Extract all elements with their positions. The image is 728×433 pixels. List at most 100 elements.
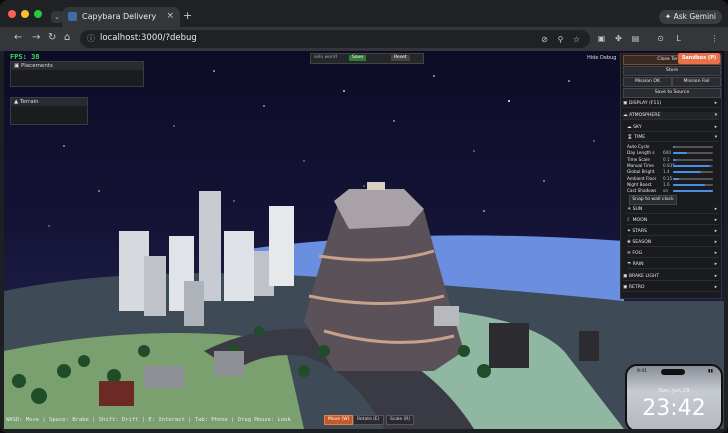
ask-gemini-label: Ask Gemini (673, 12, 716, 21)
scale-mode-button[interactable]: Scale (R) (386, 415, 415, 425)
chevron-right-icon: ▸ (714, 285, 717, 290)
puzzle-icon[interactable]: ✤ (614, 34, 623, 43)
new-tab-button[interactable]: + (183, 9, 192, 22)
slider-value: 1.6 (663, 181, 670, 187)
atmosphere-label: ATMOSPHERE (629, 113, 661, 118)
slider-value: 0.1 (663, 156, 670, 162)
time-slider-row: Night Boost 1.6 (627, 182, 717, 188)
slider-track[interactable] (673, 183, 713, 186)
sync-icon[interactable]: ⊙ (656, 34, 665, 43)
scene-svg (4, 70, 724, 429)
slider-track[interactable] (673, 158, 713, 161)
tab-title: Capybara Delivery (82, 12, 157, 21)
site-info-icon[interactable]: ⓘ (87, 33, 95, 44)
display-label: DISPLAY (F11) (628, 101, 662, 106)
back-arrow-icon[interactable]: ← (14, 32, 22, 43)
tab-group-icon[interactable]: ▤ (631, 34, 640, 43)
slider-fill (673, 171, 701, 174)
slider-label: Cast Shadows (627, 188, 657, 194)
season-section[interactable]: ❀ SEASON ▸ (627, 239, 719, 247)
chevron-right-icon: ▸ (714, 218, 717, 223)
fog-label: FOG (632, 251, 643, 256)
home-icon[interactable]: ⌂ (64, 32, 70, 43)
game-canvas[interactable]: FPS: 38 ▣ Placements ▲ Terrain solo worl… (4, 51, 724, 429)
browser-toolbar: ← → ↻ ⌂ ⓘ localhost:3000/?debug ⊘ ⚲ ☆ ▣ … (0, 27, 728, 51)
snap-clock-label: Snap to wall clock (632, 197, 674, 202)
close-window-button[interactable] (8, 10, 16, 18)
retro-section[interactable]: ▣ RETRO ▸ (623, 284, 719, 292)
brake-light-section[interactable]: ▣ BRAKE LIGHT ▸ (623, 273, 719, 281)
tab-capybara-delivery[interactable]: Capybara Delivery × (62, 7, 180, 27)
save-world-button[interactable]: Save (349, 55, 367, 61)
chevron-down-icon: ▾ (714, 135, 717, 140)
sky-section[interactable]: ☁ SKY ▸ (627, 124, 719, 132)
world-label: solo world (314, 55, 337, 60)
slider-fill (673, 152, 687, 155)
stars (18, 70, 595, 242)
snap-clock-button[interactable]: Snap to wall clock (629, 195, 677, 205)
slider-label: Global Bright (627, 169, 655, 175)
address-bar[interactable]: ⓘ localhost:3000/?debug ⊘ ⚲ ☆ (80, 30, 590, 48)
extension-icon[interactable]: ▣ (597, 34, 606, 43)
mission-ok-button[interactable]: Mission OK (623, 77, 672, 87)
chevron-right-icon: ▸ (714, 229, 717, 234)
ask-gemini-button[interactable]: ✦ Ask Gemini (658, 10, 722, 24)
sun-label: SUN (632, 207, 643, 212)
debug-toolbar: solo world Save Reset (310, 53, 424, 64)
time-slider-row: Global Bright 1.4 (627, 169, 717, 175)
fps-counter: FPS: 38 (10, 53, 40, 61)
profile-avatar[interactable]: L (674, 34, 683, 43)
rain-section[interactable]: ☂ RAIN ▸ (627, 261, 719, 269)
rotate-mode-button[interactable]: Rotate (E) (353, 415, 384, 425)
phone-status-time: 9:41 (637, 369, 648, 374)
move-mode-button[interactable]: Move (W) (324, 415, 354, 425)
time-slider-row: Time Scale 0.1 (627, 157, 717, 163)
hide-debug-button[interactable]: Hide Debug (587, 55, 616, 61)
phone-date: Sun, Jun 28 (658, 388, 690, 394)
mission-ok-label: Mission OK (634, 79, 661, 84)
mission-fail-button[interactable]: Mission Fail (672, 77, 721, 87)
slider-track[interactable] (673, 146, 713, 148)
reload-icon[interactable]: ↻ (48, 32, 56, 43)
chevron-right-icon: ▸ (714, 240, 717, 245)
chevron-right-icon: ▸ (714, 101, 717, 106)
close-tab-icon[interactable]: × (166, 11, 174, 21)
slider-track[interactable] (673, 177, 713, 180)
rain-label: RAIN (632, 262, 644, 267)
phone-lockscreen[interactable]: 9:41 ▮▮ Sun, Jun 28 23:42 (625, 364, 723, 429)
time-slider-row: Cast Shadows on (627, 188, 717, 194)
store-button[interactable]: Store (623, 66, 721, 76)
moon-section[interactable]: ☾ MOON ▸ (627, 217, 719, 225)
time-slider-row: Day Length s 600 (627, 150, 717, 156)
minimize-window-button[interactable] (21, 10, 29, 18)
save-to-source-button[interactable]: Save to Source (623, 88, 721, 98)
slider-track[interactable] (673, 164, 713, 167)
kebab-menu-icon[interactable]: ⋮ (710, 34, 719, 43)
bookmark-star-icon[interactable]: ☆ (572, 35, 581, 44)
sun-section[interactable]: ☀ SUN ▸ (627, 206, 719, 214)
zoom-window-button[interactable] (34, 10, 42, 18)
fog-section[interactable]: ≋ FOG ▸ (627, 250, 719, 258)
slider-label: Ambient Floor (627, 175, 657, 181)
slider-track[interactable] (673, 190, 713, 193)
camera-blocked-icon[interactable]: ⊘ (540, 35, 549, 44)
display-section[interactable]: ▣ DISPLAY (F11) ▸ (623, 100, 719, 108)
reset-world-button[interactable]: Reset (391, 55, 410, 61)
slider-track[interactable] (673, 171, 713, 174)
slider-track[interactable] (673, 152, 713, 155)
terrain-panel: ▲ Terrain (10, 97, 88, 125)
forward-arrow-icon[interactable]: → (32, 32, 40, 43)
mountain-top (334, 189, 424, 229)
sandbox-button[interactable]: Sandbox (P) (678, 53, 720, 64)
slider-value: 600 (663, 150, 671, 156)
time-section[interactable]: ⌛ TIME ▾ (627, 134, 719, 142)
dynamic-island (661, 369, 685, 375)
terrain-title: Terrain (19, 99, 39, 105)
placements-panel-header[interactable]: ▣ Placements (11, 62, 143, 70)
terrain-panel-header[interactable]: ▲ Terrain (11, 98, 87, 106)
atmosphere-section[interactable]: ☁ ATMOSPHERE ▾ (623, 112, 719, 120)
placements-title: Placements (20, 63, 53, 69)
chevron-right-icon: ▸ (714, 274, 717, 279)
zoom-icon[interactable]: ⚲ (556, 35, 565, 44)
stars-section[interactable]: ✦ STARS ▸ (627, 228, 719, 236)
